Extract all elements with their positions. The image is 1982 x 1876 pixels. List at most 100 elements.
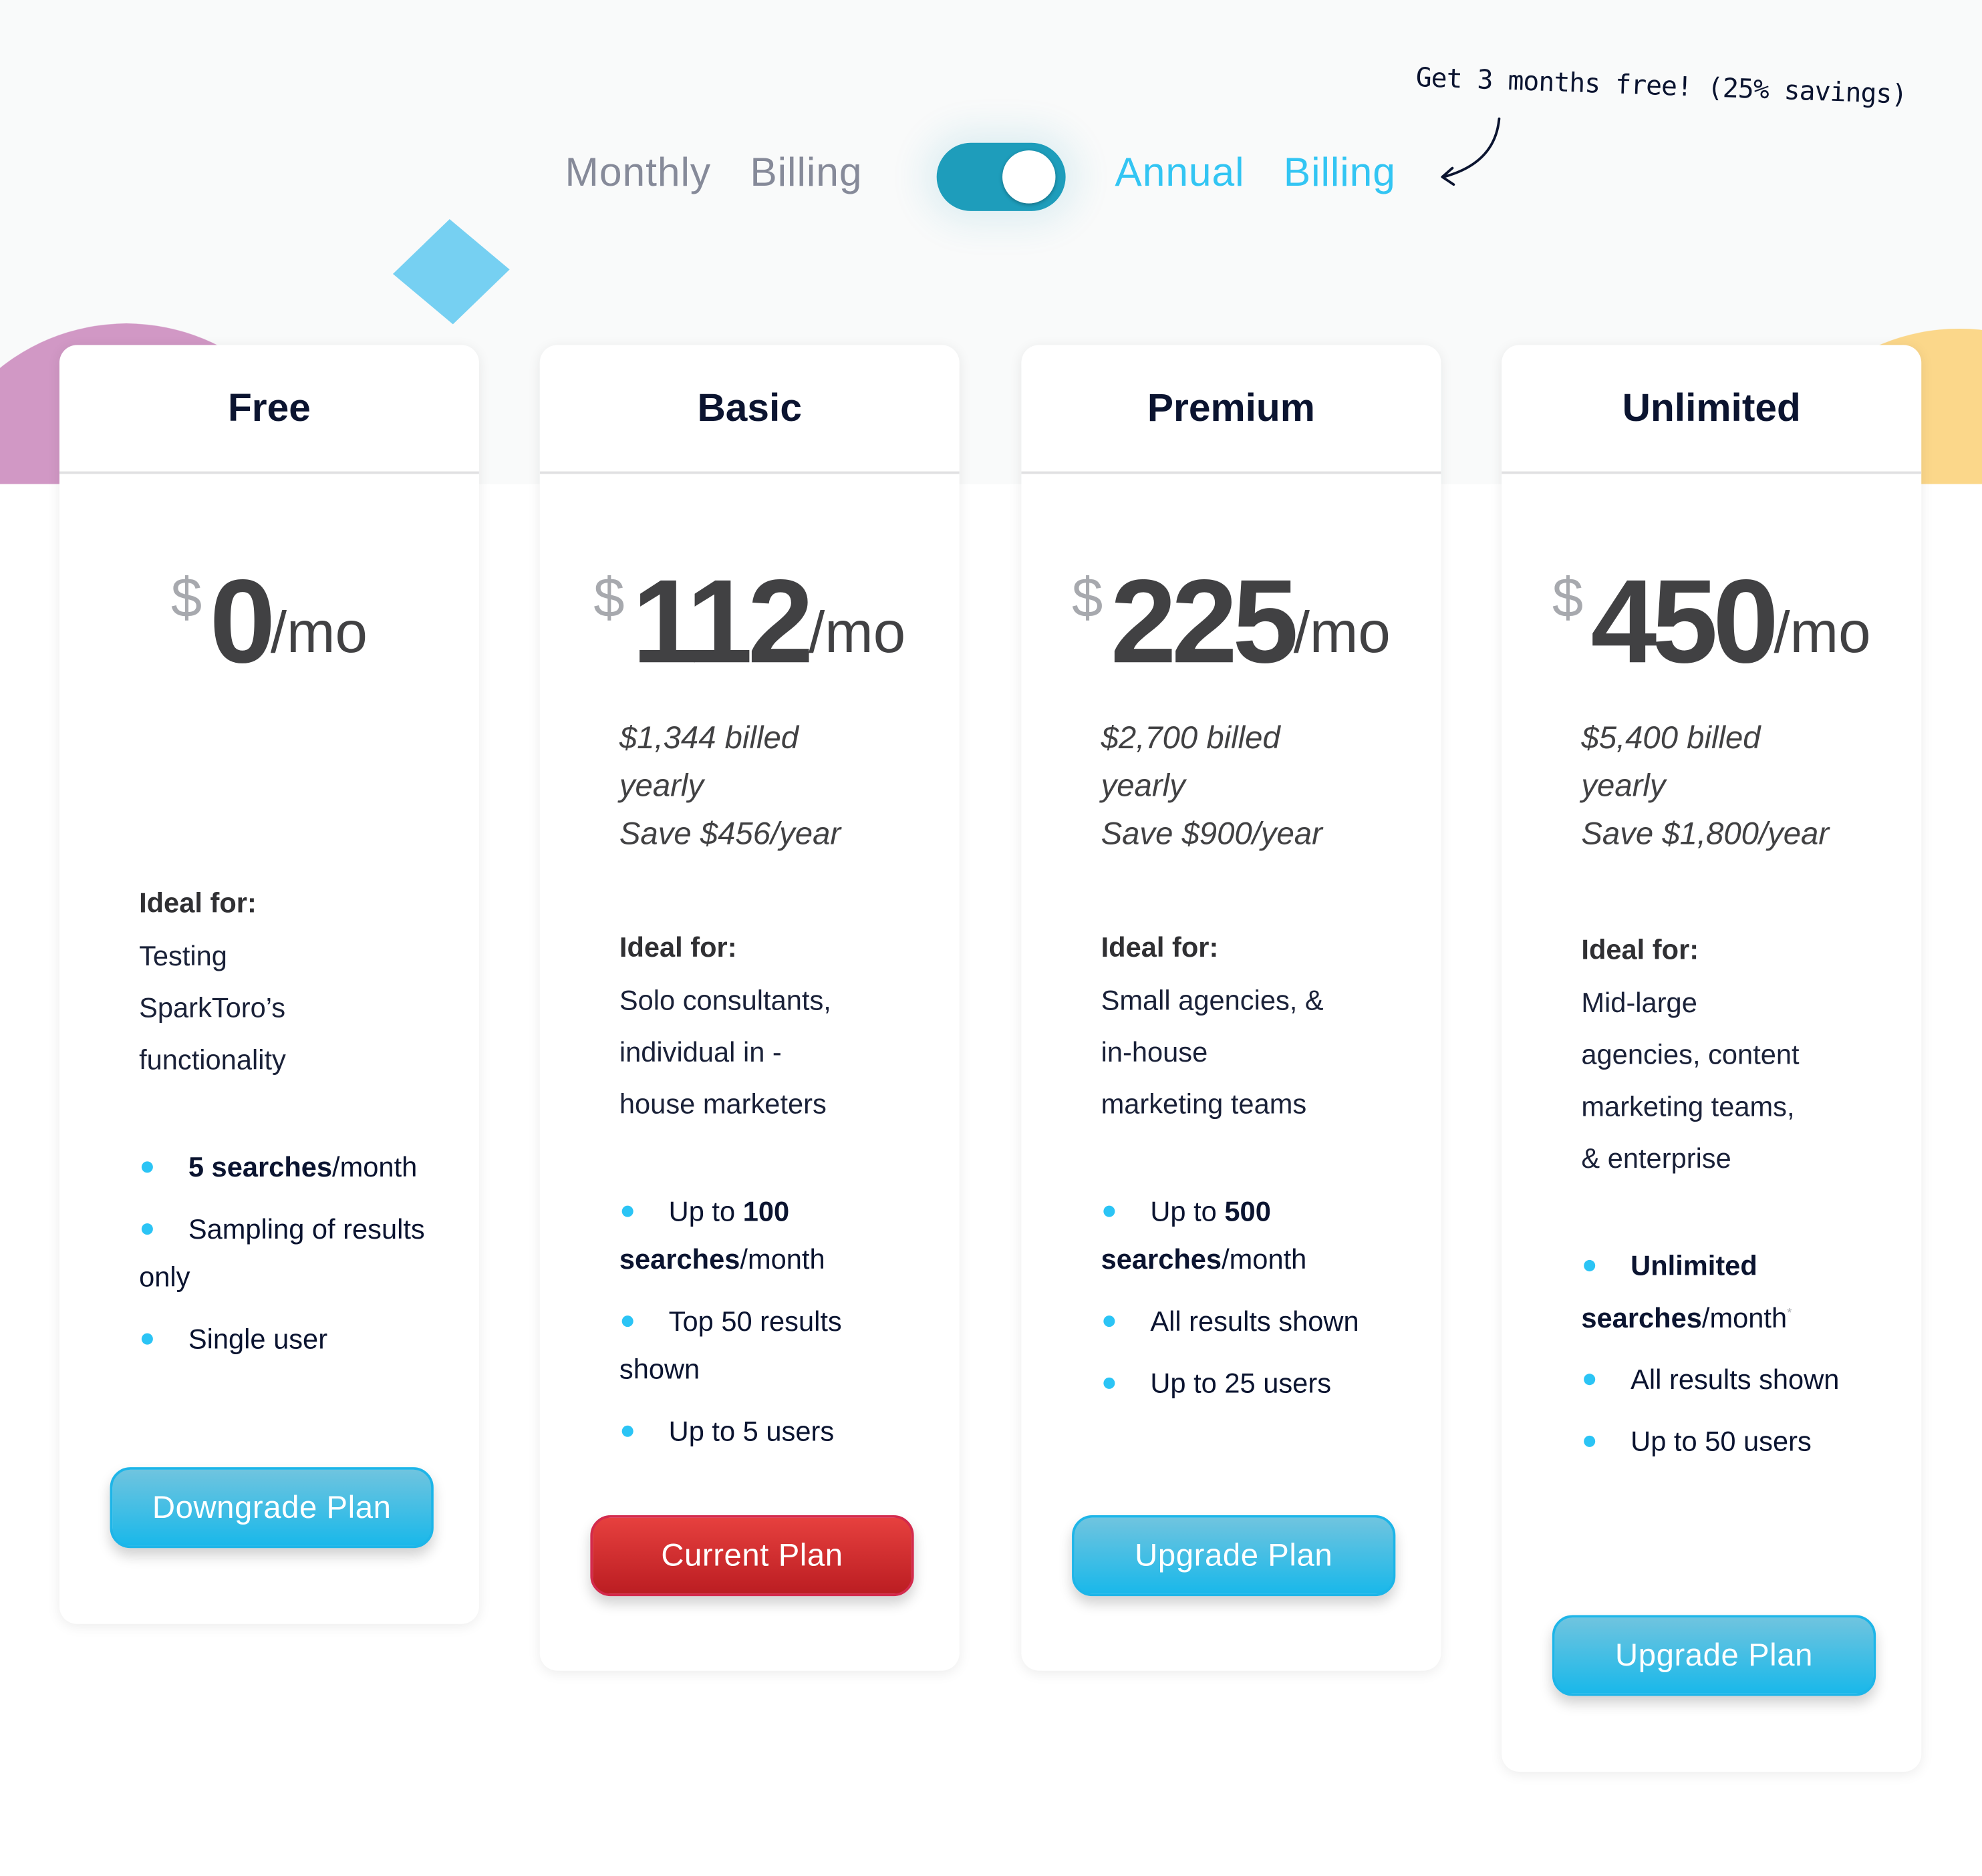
ideal-for-section: Ideal for: Testing SparkToro’s functionali… bbox=[139, 887, 479, 1086]
feature-text: All results shown bbox=[1631, 1364, 1840, 1396]
price-period: /mo bbox=[270, 599, 368, 665]
ideal-for-line: house marketers bbox=[619, 1088, 827, 1120]
price-amount: 225 bbox=[1110, 555, 1299, 688]
upgrade-plan-button[interactable]: Upgrade Plan bbox=[1552, 1615, 1876, 1696]
plan-name: Basic bbox=[539, 345, 960, 474]
billing-note: $2,700 billed yearly bbox=[1101, 720, 1280, 804]
feature-item: All results shown bbox=[1101, 1298, 1405, 1346]
bullet-icon bbox=[1584, 1435, 1596, 1447]
bullet-icon bbox=[141, 1333, 153, 1345]
currency-symbol: $ bbox=[1552, 567, 1584, 630]
billing-note: $1,344 billed yearly bbox=[619, 720, 799, 804]
feature-text: Up to 5 users bbox=[668, 1415, 835, 1447]
feature-text: Up to bbox=[1150, 1195, 1225, 1227]
plan-price: $ 112 /mo bbox=[540, 555, 960, 695]
ideal-for-text: Solo consultants, individual in - house ma… bbox=[619, 974, 910, 1130]
ideal-for-section: Ideal for: Solo consultants, individual i… bbox=[619, 931, 960, 1130]
downgrade-plan-button[interactable]: Downgrade Plan bbox=[110, 1467, 434, 1549]
feature-text: Up to 50 users bbox=[1631, 1426, 1812, 1458]
bullet-icon bbox=[621, 1315, 633, 1327]
upgrade-plan-button[interactable]: Upgrade Plan bbox=[1072, 1515, 1396, 1597]
feature-item: Unlimited searches/month* bbox=[1581, 1242, 1884, 1342]
billing-note: Save $1,800/year bbox=[1581, 816, 1830, 852]
plan-price: $ 450 /mo bbox=[1502, 555, 1921, 695]
billing-note: Save $456/year bbox=[619, 816, 841, 852]
monthly-billing-label[interactable]: Monthly Billing bbox=[565, 149, 863, 196]
curved-arrow-icon bbox=[1441, 117, 1501, 186]
ideal-for-line: Testing bbox=[139, 940, 227, 972]
bullet-icon bbox=[141, 1223, 153, 1235]
bullet-icon bbox=[621, 1205, 633, 1217]
feature-list: Up to 100 searches/month Top 50 results s… bbox=[619, 1188, 923, 1456]
feature-highlight: 5 searches bbox=[188, 1151, 333, 1183]
ideal-for-line: Solo consultants, bbox=[619, 984, 831, 1016]
price-period: /mo bbox=[1774, 599, 1871, 665]
feature-item: 5 searches/month bbox=[139, 1144, 442, 1192]
feature-item: All results shown bbox=[1581, 1356, 1884, 1404]
price-amount: 450 bbox=[1590, 555, 1780, 688]
feature-suffix: /month bbox=[332, 1151, 418, 1183]
currency-symbol: $ bbox=[170, 567, 202, 630]
ideal-for-section: Ideal for: Small agencies, & in-house mark… bbox=[1101, 931, 1441, 1130]
feature-item: Single user bbox=[139, 1315, 442, 1364]
feature-text: Top 50 results shown bbox=[619, 1305, 842, 1386]
feature-list: 5 searches/month Sampling of results only… bbox=[139, 1144, 442, 1364]
toggle-knob bbox=[1002, 150, 1056, 204]
bullet-icon bbox=[621, 1425, 633, 1437]
feature-item: Up to 5 users bbox=[619, 1408, 923, 1456]
feature-item: Up to 50 users bbox=[1581, 1418, 1884, 1466]
currency-symbol: $ bbox=[1072, 567, 1103, 630]
plan-card-basic: Basic $ 112 /mo $1,344 billed yearly Save… bbox=[539, 345, 960, 1671]
footnote-marker: * bbox=[1787, 1306, 1792, 1321]
ideal-for-heading: Ideal for: bbox=[1581, 933, 1699, 966]
feature-item: Sampling of results only bbox=[139, 1206, 442, 1302]
price-amount: 0 bbox=[209, 555, 276, 688]
feature-text: Single user bbox=[188, 1323, 328, 1355]
ideal-for-text: Small agencies, & in-house marketing teams bbox=[1101, 974, 1392, 1130]
ideal-for-line: Mid-large bbox=[1581, 987, 1697, 1019]
ideal-for-line: marketing teams bbox=[1101, 1088, 1307, 1120]
feature-suffix: /month bbox=[1701, 1301, 1788, 1334]
plan-name: Premium bbox=[1021, 345, 1441, 474]
plan-card-premium: Premium $ 225 /mo $2,700 billed yearly Sa… bbox=[1021, 345, 1441, 1671]
bullet-icon bbox=[141, 1160, 153, 1172]
price-period: /mo bbox=[809, 599, 906, 665]
ideal-for-heading: Ideal for: bbox=[139, 887, 257, 919]
billing-note: $5,400 billed yearly bbox=[1581, 720, 1761, 804]
annual-billing-label[interactable]: Annual Billing bbox=[1115, 149, 1395, 196]
ideal-for-line: marketing teams, bbox=[1581, 1090, 1795, 1122]
feature-text: Sampling of results only bbox=[139, 1213, 425, 1293]
billed-yearly-text: $1,344 billed yearly Save $456/year bbox=[619, 714, 891, 858]
billed-yearly-text: $5,400 billed yearly Save $1,800/year bbox=[1581, 714, 1853, 858]
feature-item: Top 50 results shown bbox=[619, 1298, 923, 1394]
billing-note: Save $900/year bbox=[1101, 816, 1322, 852]
billing-toggle-switch[interactable] bbox=[936, 142, 1066, 211]
plan-card-free: Free $ 0 /mo Ideal for: Testing SparkToro… bbox=[59, 345, 479, 1624]
feature-item: Up to 100 searches/month bbox=[619, 1188, 923, 1284]
ideal-for-section: Ideal for: Mid-large agencies, content mar… bbox=[1581, 934, 1921, 1185]
feature-item: Up to 25 users bbox=[1101, 1360, 1405, 1408]
bullet-icon bbox=[1103, 1315, 1115, 1327]
billing-toggle-group: Monthly Billing Annual Billing bbox=[0, 142, 1982, 212]
plan-price: $ 0 /mo bbox=[59, 555, 479, 695]
price-period: /mo bbox=[1293, 599, 1391, 665]
bullet-icon bbox=[1584, 1374, 1596, 1386]
bullet-icon bbox=[1103, 1205, 1115, 1217]
ideal-for-line: & enterprise bbox=[1581, 1142, 1731, 1175]
plan-name: Free bbox=[59, 345, 479, 474]
feature-suffix: /month bbox=[740, 1243, 825, 1275]
ideal-for-heading: Ideal for: bbox=[619, 931, 737, 963]
feature-text: Up to 25 users bbox=[1150, 1367, 1332, 1400]
pricing-page: Monthly Billing Annual Billing Get 3 mon… bbox=[0, 0, 1982, 1876]
current-plan-button[interactable]: Current Plan bbox=[590, 1515, 914, 1597]
feature-text: Up to bbox=[668, 1195, 743, 1227]
feature-text: All results shown bbox=[1150, 1305, 1359, 1338]
plan-price: $ 225 /mo bbox=[1021, 555, 1441, 695]
feature-suffix: /month bbox=[1222, 1243, 1307, 1275]
ideal-for-line: Small agencies, & bbox=[1101, 984, 1324, 1016]
feature-list: Up to 500 searches/month All results show… bbox=[1101, 1188, 1405, 1408]
price-amount: 112 bbox=[631, 555, 814, 688]
ideal-for-line: SparkToro’s bbox=[139, 991, 286, 1024]
ideal-for-line: agencies, content bbox=[1581, 1038, 1800, 1071]
bullet-icon bbox=[1103, 1377, 1115, 1389]
